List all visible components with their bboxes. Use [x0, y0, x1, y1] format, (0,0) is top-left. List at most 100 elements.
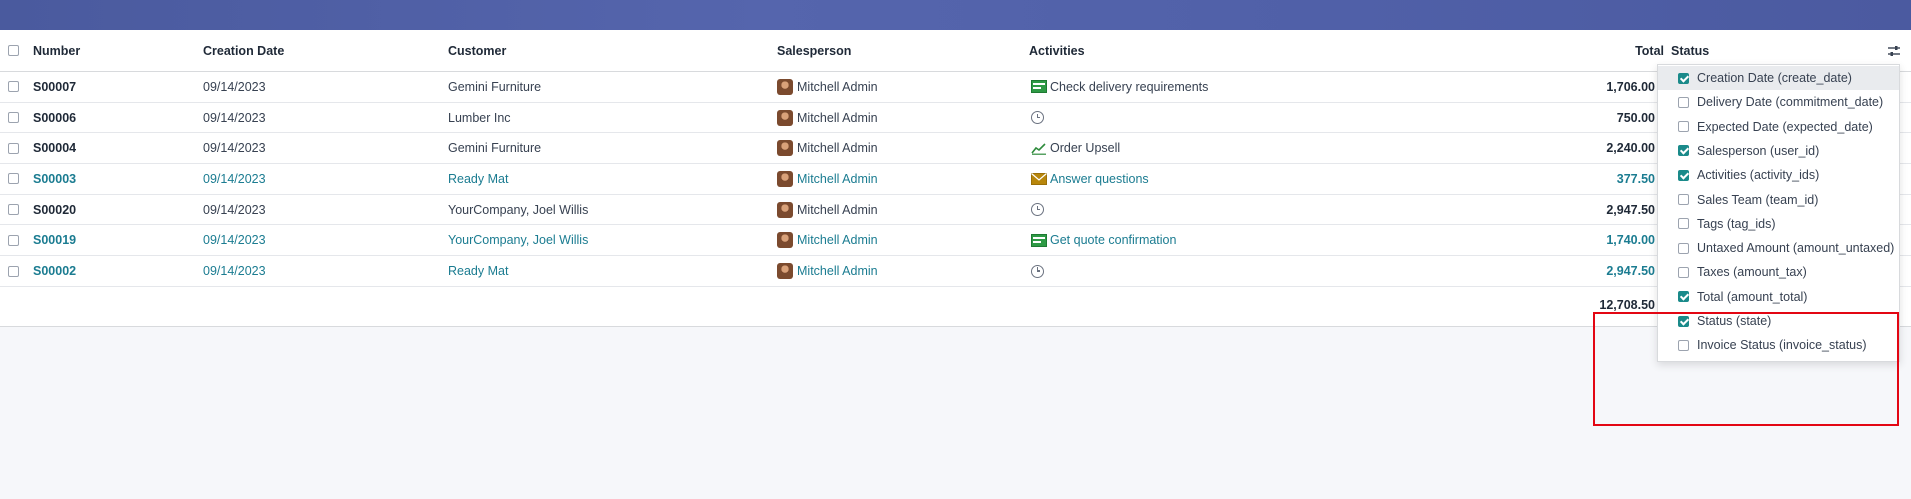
- column-header-number[interactable]: Number: [33, 30, 80, 71]
- column-option-label: Invoice Status (invoice_status): [1697, 338, 1867, 353]
- optional-column-option[interactable]: Status (state): [1658, 309, 1899, 333]
- column-header-customer[interactable]: Customer: [448, 30, 506, 71]
- column-header-total[interactable]: Total: [1520, 30, 1664, 71]
- activity-cell[interactable]: Check delivery requirements: [1031, 72, 1208, 102]
- column-checkbox[interactable]: [1678, 121, 1689, 133]
- optional-column-option[interactable]: Expected Date (expected_date): [1658, 115, 1899, 139]
- activity-cell[interactable]: Order Upsell: [1031, 133, 1120, 163]
- optional-column-option[interactable]: Untaxed Amount (amount_untaxed): [1658, 236, 1899, 260]
- column-option-label: Status (state): [1697, 314, 1772, 328]
- avatar: [777, 78, 793, 95]
- row-checkbox[interactable]: [8, 81, 19, 93]
- chart-icon[interactable]: [1031, 142, 1047, 155]
- envelope-icon[interactable]: [1031, 172, 1047, 185]
- activity-cell[interactable]: [1031, 195, 1047, 225]
- optional-columns-dropdown: Creation Date (create_date) Delivery Date…: [1657, 64, 1900, 362]
- optional-column-option[interactable]: Total (amount_total): [1658, 285, 1899, 309]
- table-row[interactable]: S00020 09/14/2023 YourCompany, Joel Will…: [0, 195, 1911, 226]
- optional-column-option[interactable]: Sales Team (team_id): [1658, 188, 1899, 212]
- activity-cell[interactable]: [1031, 103, 1047, 133]
- table-row[interactable]: S00006 09/14/2023 Lumber Inc Mitchell Ad…: [0, 103, 1911, 134]
- column-option-label: Taxes (amount_tax): [1697, 265, 1807, 280]
- row-checkbox[interactable]: [8, 204, 19, 216]
- row-checkbox[interactable]: [8, 265, 19, 277]
- creation-date: 09/14/2023: [203, 264, 266, 279]
- creation-date: 09/14/2023: [203, 202, 266, 217]
- creation-date: 09/14/2023: [203, 171, 266, 186]
- customer-name: YourCompany, Joel Willis: [448, 233, 589, 248]
- column-header-activities[interactable]: Activities: [1029, 30, 1085, 71]
- column-checkbox[interactable]: [1678, 145, 1689, 157]
- column-checkbox[interactable]: [1678, 242, 1689, 254]
- salesperson-cell: Mitchell Admin: [777, 164, 878, 194]
- customer-name: Ready Mat: [448, 264, 509, 279]
- row-checkbox[interactable]: [8, 173, 19, 185]
- column-option-label: Salesperson (user_id): [1697, 143, 1820, 158]
- row-checkbox[interactable]: [8, 112, 19, 124]
- optional-column-option[interactable]: Delivery Date (commitment_date): [1658, 90, 1899, 114]
- table-row[interactable]: S00019 09/14/2023 YourCompany, Joel Will…: [0, 226, 1911, 257]
- delivery-icon[interactable]: [1031, 80, 1047, 94]
- order-number: S00019: [33, 233, 77, 248]
- salesperson-name: Mitchell Admin: [797, 202, 878, 217]
- column-checkbox[interactable]: [1678, 339, 1689, 351]
- clock-icon[interactable]: [1031, 111, 1044, 125]
- sales-order-list: Number Creation Date Customer Salesperso…: [0, 30, 1911, 327]
- column-option-label: Untaxed Amount (amount_untaxed): [1697, 241, 1895, 256]
- optional-column-option[interactable]: Taxes (amount_tax): [1658, 260, 1899, 284]
- salesperson-name: Mitchell Admin: [797, 141, 878, 156]
- optional-column-option[interactable]: Salesperson (user_id): [1658, 139, 1899, 163]
- column-checkbox[interactable]: [1678, 72, 1689, 84]
- customer-name: Ready Mat: [448, 171, 509, 186]
- row-checkbox[interactable]: [8, 234, 19, 246]
- column-option-label: Activities (activity_ids): [1697, 168, 1820, 183]
- column-checkbox[interactable]: [1678, 266, 1689, 278]
- select-all-checkbox[interactable]: [8, 45, 19, 56]
- column-header-salesperson[interactable]: Salesperson: [777, 30, 851, 71]
- order-total: 2,947.50: [1606, 202, 1655, 217]
- row-checkbox[interactable]: [8, 142, 19, 154]
- optional-column-option[interactable]: Invoice Status (invoice_status): [1658, 333, 1899, 357]
- optional-column-option[interactable]: Tags (tag_ids): [1658, 212, 1899, 236]
- salesperson-cell: Mitchell Admin: [777, 103, 878, 133]
- activity-cell[interactable]: Answer questions: [1031, 164, 1149, 194]
- column-checkbox[interactable]: [1678, 315, 1689, 327]
- table-row[interactable]: S00004 09/14/2023 Gemini Furniture Mitch…: [0, 133, 1911, 165]
- column-option-label: Total (amount_total): [1697, 289, 1808, 304]
- activity-cell[interactable]: Get quote confirmation: [1031, 226, 1176, 256]
- clock-icon[interactable]: [1031, 203, 1044, 217]
- optional-column-option[interactable]: Creation Date (create_date): [1658, 66, 1899, 90]
- column-checkbox[interactable]: [1678, 291, 1689, 303]
- row-select-cell: [8, 195, 19, 225]
- creation-date: 09/14/2023: [203, 110, 266, 125]
- column-checkbox[interactable]: [1678, 218, 1689, 230]
- activity-summary: Check delivery requirements: [1050, 79, 1209, 94]
- order-number: S00006: [33, 110, 77, 125]
- order-number: S00004: [33, 141, 77, 156]
- order-number: S00002: [33, 264, 77, 279]
- optional-column-option[interactable]: Activities (activity_ids): [1658, 163, 1899, 187]
- delivery-icon[interactable]: [1031, 233, 1047, 247]
- clock-icon[interactable]: [1031, 264, 1044, 278]
- activity-summary: Order Upsell: [1050, 141, 1121, 156]
- activity-summary: Answer questions: [1050, 171, 1149, 186]
- table-row[interactable]: S00002 09/14/2023 Ready Mat Mitchell Adm…: [0, 256, 1911, 287]
- column-header-creation-date[interactable]: Creation Date: [203, 30, 284, 71]
- activity-cell[interactable]: [1031, 256, 1047, 286]
- order-total: 750.00: [1616, 110, 1655, 125]
- order-total: 377.50: [1616, 171, 1655, 186]
- salesperson-cell: Mitchell Admin: [777, 72, 878, 102]
- column-checkbox[interactable]: [1678, 194, 1689, 205]
- avatar: [777, 232, 793, 249]
- table-row[interactable]: S00007 09/14/2023 Gemini Furniture Mitch…: [0, 72, 1911, 103]
- column-option-label: Creation Date (create_date): [1697, 71, 1852, 85]
- row-select-cell: [8, 103, 19, 133]
- table-row[interactable]: S00003 09/14/2023 Ready Mat Mitchell Adm…: [0, 164, 1911, 195]
- avatar: [777, 170, 793, 187]
- column-checkbox[interactable]: [1678, 169, 1689, 181]
- order-total: 1,706.00: [1606, 79, 1655, 94]
- salesperson-cell: Mitchell Admin: [777, 195, 878, 225]
- row-select-cell: [8, 256, 19, 286]
- row-select-cell: [8, 226, 19, 256]
- column-checkbox[interactable]: [1678, 96, 1689, 108]
